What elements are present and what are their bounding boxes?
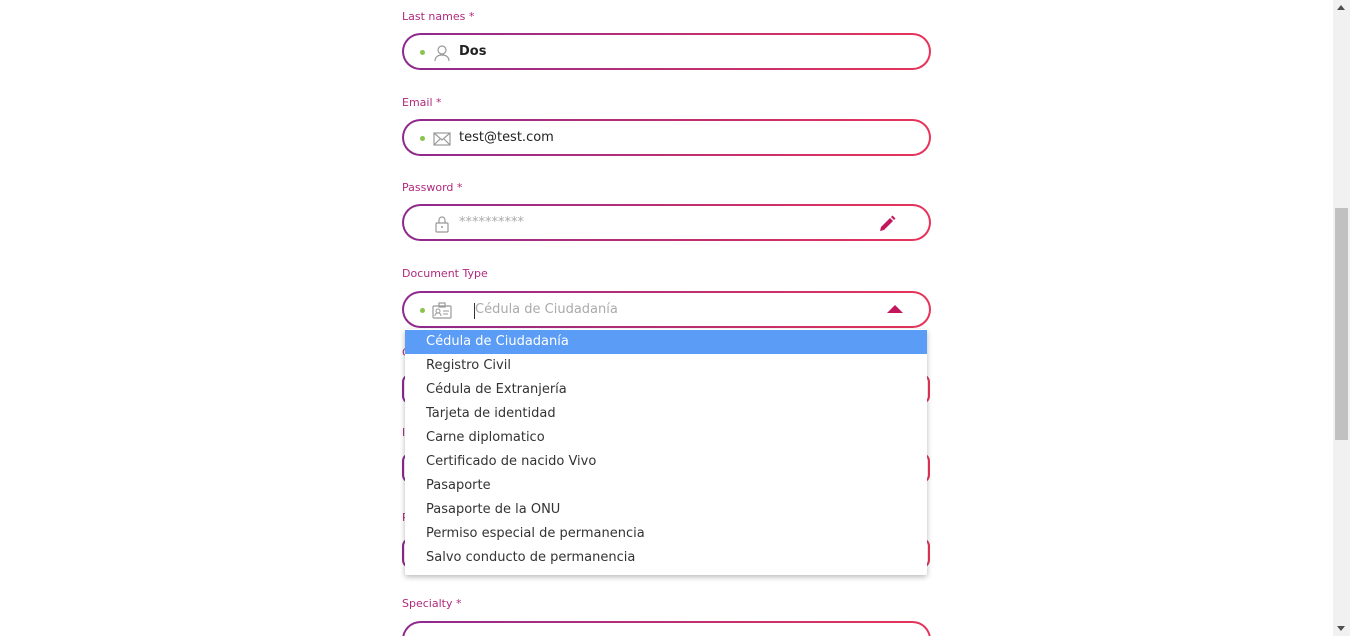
password-field[interactable]: **********: [402, 204, 931, 241]
id-card-icon: [432, 302, 452, 319]
option-cedula-extranjeria[interactable]: Cédula de Extranjería: [405, 378, 927, 402]
document-type-label: Document Type: [402, 267, 488, 280]
last-names-label: Last names *: [402, 10, 475, 23]
last-names-field[interactable]: Dos: [402, 33, 931, 70]
scroll-down-icon[interactable]: [1337, 626, 1345, 631]
page-scrollbar[interactable]: [1333, 0, 1350, 636]
last-names-value: Dos: [459, 44, 487, 59]
lock-icon: [435, 216, 449, 233]
status-dot: [420, 136, 425, 141]
specialty-label: Specialty *: [402, 597, 462, 610]
document-type-dropdown: Cédula de Ciudadanía Registro Civil Cédu…: [405, 329, 927, 575]
scrollbar-thumb[interactable]: [1335, 208, 1348, 440]
envelope-icon: [433, 132, 451, 146]
option-tarjeta-identidad[interactable]: Tarjeta de identidad: [405, 402, 927, 426]
option-pasaporte-onu[interactable]: Pasaporte de la ONU: [405, 498, 927, 522]
status-dot: [420, 50, 425, 55]
email-field[interactable]: test@test.com: [402, 119, 931, 156]
status-dot: [420, 308, 425, 313]
specialty-field[interactable]: [402, 621, 931, 636]
option-carne-diplomatico[interactable]: Carne diplomatico: [405, 426, 927, 450]
document-type-select[interactable]: Cédula de Ciudadanía: [402, 291, 931, 328]
option-salvo-conducto[interactable]: Salvo conducto de permanencia: [405, 546, 927, 570]
option-certificado-nacido-vivo[interactable]: Certificado de nacido Vivo: [405, 450, 927, 474]
document-type-placeholder: Cédula de Ciudadanía: [475, 302, 618, 317]
password-label: Password *: [402, 181, 463, 194]
scroll-up-icon[interactable]: [1337, 5, 1345, 10]
email-value: test@test.com: [459, 130, 554, 145]
option-pasaporte[interactable]: Pasaporte: [405, 474, 927, 498]
option-registro-civil[interactable]: Registro Civil: [405, 354, 927, 378]
caret-up-icon[interactable]: [887, 305, 903, 313]
email-label: Email *: [402, 96, 442, 109]
user-icon: [434, 45, 450, 62]
option-permiso-especial[interactable]: Permiso especial de permanencia: [405, 522, 927, 546]
pencil-icon[interactable]: [877, 214, 897, 234]
password-value: **********: [459, 215, 524, 230]
option-cedula-ciudadania[interactable]: Cédula de Ciudadanía: [405, 330, 927, 354]
